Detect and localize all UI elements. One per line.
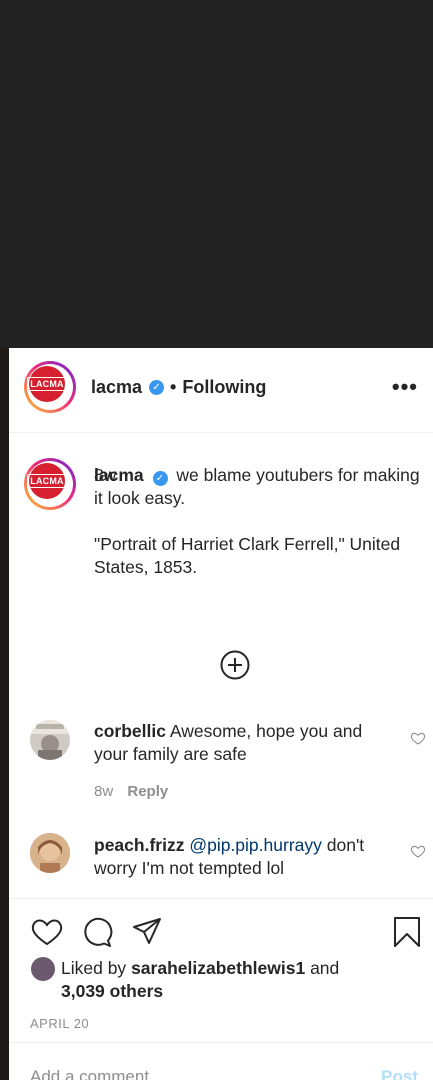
- load-more-comments-icon[interactable]: [220, 650, 250, 680]
- comment-age: 8w: [94, 783, 114, 800]
- separator-dot: •: [170, 377, 177, 397]
- media-edge: [0, 348, 9, 1080]
- add-comment-input[interactable]: Add a comment...: [30, 1067, 163, 1080]
- comment-item: corbellic Awesome, hope you and your fam…: [94, 720, 394, 766]
- comment-meta: 8w Reply: [94, 783, 168, 800]
- like-heart-icon[interactable]: [31, 916, 63, 948]
- caption-age: 8w: [94, 465, 117, 485]
- save-bookmark-icon[interactable]: [391, 916, 423, 948]
- post-caption: lacma ✓ we blame youtubers for making it…: [94, 464, 430, 579]
- commenter-avatar[interactable]: [30, 833, 70, 873]
- post-date: APRIL 20: [30, 1016, 90, 1031]
- header-account: lacma ✓ • Following: [91, 377, 266, 398]
- post-header: LACMA lacma ✓ • Following •••: [9, 348, 433, 433]
- account-avatar[interactable]: LACMA: [24, 361, 76, 413]
- comment-username[interactable]: corbellic: [94, 721, 166, 741]
- account-name-link[interactable]: lacma: [91, 377, 142, 398]
- lacma-logo-icon: LACMA: [27, 463, 67, 499]
- comment-like-heart-icon[interactable]: [410, 730, 426, 746]
- caption-avatar[interactable]: LACMA: [24, 458, 76, 510]
- comment-username[interactable]: peach.frizz: [94, 835, 184, 855]
- likes-count[interactable]: 3,039 others: [61, 981, 163, 1001]
- post-panel: LACMA lacma ✓ • Following ••• LACMA lacm…: [9, 348, 433, 1080]
- commenter-avatar[interactable]: [30, 720, 70, 760]
- add-comment-bar: Add a comment... Post: [9, 1042, 433, 1080]
- comment-like-heart-icon[interactable]: [410, 843, 426, 859]
- comment-item: peach.frizz @pip.pip.hurrayy don't worry…: [94, 834, 394, 880]
- share-send-icon[interactable]: [131, 916, 163, 948]
- following-button[interactable]: Following: [182, 377, 266, 398]
- lacma-logo-icon: LACMA: [27, 366, 67, 402]
- liked-by: Liked by sarahelizabethlewis1 and 3,039 …: [31, 957, 339, 1003]
- comment-bubble-icon[interactable]: [81, 916, 113, 948]
- post-comment-button[interactable]: Post: [381, 1067, 418, 1080]
- video-backdrop: [0, 0, 433, 348]
- caption-title: "Portrait of Harriet Clark Ferrell," Uni…: [94, 534, 401, 577]
- more-options-icon[interactable]: •••: [392, 374, 418, 400]
- verified-badge-icon: ✓: [152, 471, 168, 486]
- reply-button[interactable]: Reply: [127, 783, 168, 800]
- liker-avatar[interactable]: [31, 957, 55, 981]
- mention-link[interactable]: @pip.pip.hurrayy: [189, 835, 322, 855]
- verified-badge-icon: ✓: [149, 380, 165, 395]
- liker-username[interactable]: sarahelizabethlewis1: [131, 958, 305, 978]
